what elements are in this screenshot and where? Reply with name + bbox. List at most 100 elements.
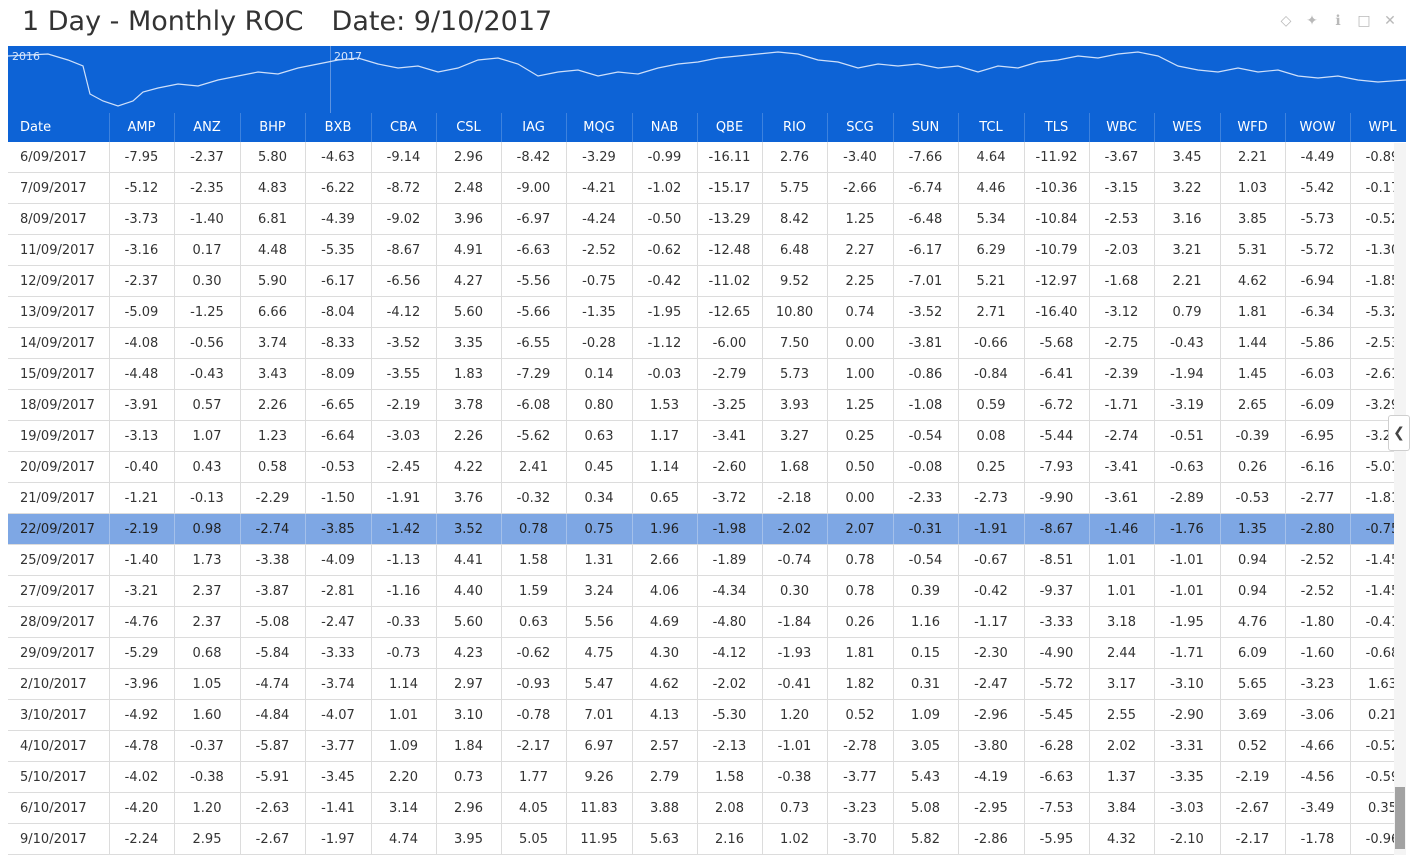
table-row[interactable]: 8/09/2017 -3.73 -1.40 6.81 -4.39 -9.02 3.96 -6.… xyxy=(8,203,1406,235)
table-row[interactable]: 7/09/2017 -5.12 -2.35 4.83 -6.22 -8.72 2.48 -9.… xyxy=(8,172,1406,204)
chevron-left-icon: ❮ xyxy=(1393,425,1405,441)
column-header-cba[interactable]: CBA xyxy=(371,113,437,142)
table-row[interactable]: 15/09/2017 -4.48 -0.43 3.43 -8.09 -3.55 1.83 -7… xyxy=(8,358,1406,390)
column-header-qbe[interactable]: QBE xyxy=(697,113,763,142)
table-row[interactable]: 22/09/2017 -2.19 0.98 -2.74 -3.85 -1.42 3.52 0.… xyxy=(8,513,1406,545)
value-cell: 5.73 xyxy=(762,358,828,390)
value-cell: -0.99 xyxy=(632,142,698,173)
value-cell: -4.24 xyxy=(566,203,633,235)
scrollbar-thumb[interactable] xyxy=(1395,787,1405,849)
column-header-date[interactable]: Date xyxy=(8,113,110,142)
value-cell: -6.17 xyxy=(305,265,372,297)
column-header-wbc[interactable]: WBC xyxy=(1089,113,1155,142)
close-icon[interactable]: ✕ xyxy=(1382,13,1398,29)
table-row[interactable]: 12/09/2017 -2.37 0.30 5.90 -6.17 -6.56 4.27 -5.… xyxy=(8,265,1406,297)
column-header-wow[interactable]: WOW xyxy=(1285,113,1351,142)
value-cell: 0.63 xyxy=(566,420,633,452)
value-cell: -4.34 xyxy=(697,575,763,607)
column-header-nab[interactable]: NAB xyxy=(632,113,698,142)
maximize-icon[interactable]: □ xyxy=(1356,13,1372,29)
table-row[interactable]: 5/10/2017 -4.02 -0.38 -5.91 -3.45 2.20 0.73 1.7… xyxy=(8,761,1406,793)
column-header-wpl[interactable]: WPL xyxy=(1350,113,1406,142)
column-header-wes[interactable]: WES xyxy=(1154,113,1221,142)
vertical-scrollbar[interactable] xyxy=(1394,143,1406,855)
table-row[interactable]: 14/09/2017 -4.08 -0.56 3.74 -8.33 -3.52 3.35 -6… xyxy=(8,327,1406,359)
table-row[interactable]: 2/10/2017 -3.96 1.05 -4.74 -3.74 1.14 2.97 -0.9… xyxy=(8,668,1406,700)
value-cell: -6.74 xyxy=(893,172,959,204)
column-header-scg[interactable]: SCG xyxy=(827,113,894,142)
column-header-rio[interactable]: RIO xyxy=(762,113,828,142)
value-cell: 0.17 xyxy=(174,234,241,266)
table-row[interactable]: 3/10/2017 -4.92 1.60 -4.84 -4.07 1.01 3.10 -0.7… xyxy=(8,699,1406,731)
value-cell: -3.16 xyxy=(109,234,175,266)
value-cell: -4.74 xyxy=(240,668,306,700)
timeline-navigator[interactable]: 2016 2017 xyxy=(8,46,1406,113)
value-cell: -0.38 xyxy=(174,761,241,793)
column-header-wfd[interactable]: WFD xyxy=(1220,113,1286,142)
table-row[interactable]: 11/09/2017 -3.16 0.17 4.48 -5.35 -8.67 4.91 -6.… xyxy=(8,234,1406,266)
pin-icon[interactable]: ✦ xyxy=(1304,13,1320,29)
column-header-tcl[interactable]: TCL xyxy=(958,113,1025,142)
value-cell: -4.02 xyxy=(109,761,175,793)
diamond-icon[interactable]: ◇ xyxy=(1278,13,1294,29)
value-cell: -0.42 xyxy=(632,265,698,297)
table-row[interactable]: 28/09/2017 -4.76 2.37 -5.08 -2.47 -0.33 5.60 0.… xyxy=(8,606,1406,638)
value-cell: 4.30 xyxy=(632,637,698,669)
column-header-bhp[interactable]: BHP xyxy=(240,113,306,142)
table-row[interactable]: 18/09/2017 -3.91 0.57 2.26 -6.65 -2.19 3.78 -6.… xyxy=(8,389,1406,421)
date-cell: 6/10/2017 xyxy=(8,792,110,824)
table-row[interactable]: 6/09/2017 -7.95 -2.37 5.80 -4.63 -9.14 2.96 -8.… xyxy=(8,142,1406,173)
value-cell: -1.80 xyxy=(1285,606,1351,638)
value-cell: 1.25 xyxy=(827,389,894,421)
table-row[interactable]: 29/09/2017 -5.29 0.68 -5.84 -3.33 -0.73 4.23 -0… xyxy=(8,637,1406,669)
info-icon[interactable]: ℹ xyxy=(1330,13,1346,29)
table-row[interactable]: 20/09/2017 -0.40 0.43 0.58 -0.53 -2.45 4.22 2.4… xyxy=(8,451,1406,483)
column-header-mqg[interactable]: MQG xyxy=(566,113,633,142)
table-row[interactable]: 4/10/2017 -4.78 -0.37 -5.87 -3.77 1.09 1.84 -2.… xyxy=(8,730,1406,762)
value-cell: 0.15 xyxy=(893,637,959,669)
value-cell: -7.53 xyxy=(1024,792,1090,824)
value-cell: 9.26 xyxy=(566,761,633,793)
value-cell: 1.81 xyxy=(1220,296,1286,328)
collapse-panel-handle[interactable]: ❮ xyxy=(1388,415,1410,451)
value-cell: -5.84 xyxy=(240,637,306,669)
value-cell: 1.09 xyxy=(893,699,959,731)
table-row[interactable]: 13/09/2017 -5.09 -1.25 6.66 -8.04 -4.12 5.60 -5… xyxy=(8,296,1406,328)
value-cell: 2.71 xyxy=(958,296,1025,328)
value-cell: 2.41 xyxy=(501,451,567,483)
value-cell: -8.33 xyxy=(305,327,372,359)
value-cell: 2.65 xyxy=(1220,389,1286,421)
value-cell: 10.80 xyxy=(762,296,828,328)
column-header-tls[interactable]: TLS xyxy=(1024,113,1090,142)
date-cell: 5/10/2017 xyxy=(8,761,110,793)
table-row[interactable]: 19/09/2017 -3.13 1.07 1.23 -6.64 -3.03 2.26 -5.… xyxy=(8,420,1406,452)
value-cell: 3.96 xyxy=(436,203,502,235)
value-cell: 3.85 xyxy=(1220,203,1286,235)
table-row[interactable]: 27/09/2017 -3.21 2.37 -3.87 -2.81 -1.16 4.40 1.… xyxy=(8,575,1406,607)
value-cell: -5.86 xyxy=(1285,327,1351,359)
table-row[interactable]: 21/09/2017 -1.21 -0.13 -2.29 -1.50 -1.91 3.76-… xyxy=(8,482,1406,514)
column-header-csl[interactable]: CSL xyxy=(436,113,502,142)
table-row[interactable]: 9/10/2017 -2.24 2.95 -2.67 -1.97 4.74 3.95 5.05… xyxy=(8,823,1406,855)
value-cell: 1.16 xyxy=(893,606,959,638)
value-cell: 0.43 xyxy=(174,451,241,483)
value-cell: -1.25 xyxy=(174,296,241,328)
value-cell: 1.35 xyxy=(1220,513,1286,545)
value-cell: -2.47 xyxy=(958,668,1025,700)
table-row[interactable]: 6/10/2017 -4.20 1.20 -2.63 -1.41 3.14 2.96 4.05… xyxy=(8,792,1406,824)
table-row[interactable]: 25/09/2017 -1.40 1.73 -3.38 -4.09 -1.13 4.41 1.… xyxy=(8,544,1406,576)
value-cell: 11.83 xyxy=(566,792,633,824)
column-header-anz[interactable]: ANZ xyxy=(174,113,241,142)
value-cell: 0.73 xyxy=(436,761,502,793)
column-header-iag[interactable]: IAG xyxy=(501,113,567,142)
value-cell: -4.12 xyxy=(371,296,437,328)
value-cell: -6.64 xyxy=(305,420,372,452)
value-cell: 1.77 xyxy=(501,761,567,793)
value-cell: -4.12 xyxy=(697,637,763,669)
value-cell: -9.02 xyxy=(371,203,437,235)
column-header-sun[interactable]: SUN xyxy=(893,113,959,142)
value-cell: -8.42 xyxy=(501,142,567,173)
column-header-amp[interactable]: AMP xyxy=(109,113,175,142)
column-header-bxb[interactable]: BXB xyxy=(305,113,372,142)
value-cell: 0.57 xyxy=(174,389,241,421)
